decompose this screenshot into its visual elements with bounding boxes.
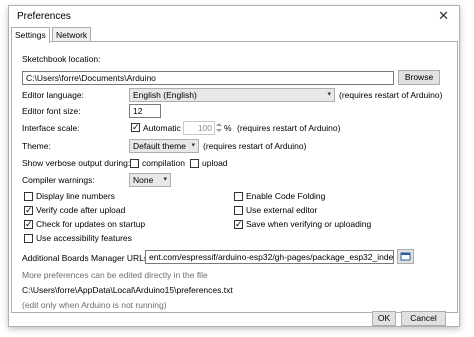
save-on-verify-checkbox[interactable]: ✓ [234,219,243,229]
window-icon [400,252,411,261]
check-icon: ✓ [25,205,33,215]
preferences-window: Preferences ✕ Settings Network Sketchboo… [8,5,460,327]
chevron-down-icon: ▾ [327,91,331,98]
upload-label: upload [202,158,228,168]
check-icon: ✓ [235,219,243,229]
sketchbook-label: Sketchbook location: [22,54,101,64]
accessibility-label: Use accessibility features [36,233,132,243]
scale-stepper[interactable] [215,121,223,134]
scale-input[interactable]: 100 [183,121,215,135]
browse-button[interactable]: Browse [398,70,440,85]
verify-upload-label: Verify code after upload [36,205,126,215]
boards-urls-input[interactable]: ent.com/espressif/arduino-esp32/gh-pages… [145,250,394,264]
language-value: English (English) [133,90,197,100]
upload-checkbox[interactable] [190,159,199,168]
compiler-warnings-select[interactable]: None ▾ [129,173,171,187]
check-icon: ✓ [132,122,140,132]
settings-panel: Sketchbook location: C:\Users\forre\Docu… [11,41,458,313]
code-folding-checkbox[interactable] [234,192,243,201]
stepper-arrows-icon [216,123,222,132]
interface-scale-label: Interface scale: [22,123,80,133]
cancel-button[interactable]: Cancel [401,311,446,326]
chevron-down-icon: ▾ [163,176,167,183]
check-updates-label: Check for updates on startup [36,219,146,229]
save-on-verify-label: Save when verifying or uploading [246,219,372,229]
compilation-label: compilation [142,158,185,168]
external-editor-checkbox[interactable] [234,206,243,215]
close-icon[interactable]: ✕ [438,8,449,24]
language-label: Editor language: [22,90,84,100]
window-title: Preferences [17,11,71,22]
compiler-warnings-label: Compiler warnings: [22,175,95,185]
language-select[interactable]: English (English) ▾ [129,88,335,102]
edit-urls-button[interactable] [397,249,414,264]
verbose-label: Show verbose output during: [22,158,131,168]
display-line-numbers-checkbox[interactable] [24,192,33,201]
chevron-down-icon: ▾ [191,142,195,149]
theme-select[interactable]: Default theme ▾ [129,139,199,153]
prefs-file-path: C:\Users\forre\AppData\Local\Arduino15\p… [22,285,233,295]
check-icon: ✓ [25,219,33,229]
edit-note: (edit only when Arduino is not running) [22,300,167,310]
tab-settings[interactable]: Settings [11,27,50,43]
scale-unit: % [224,123,232,133]
scale-note: (requires restart of Arduino) [237,123,341,133]
tab-network[interactable]: Network [52,27,92,42]
display-line-numbers-label: Display line numbers [36,191,115,201]
font-size-input[interactable]: 12 [129,104,161,118]
font-size-label: Editor font size: [22,106,81,116]
external-editor-label: Use external editor [246,205,318,215]
compilation-checkbox[interactable] [130,159,139,168]
sketchbook-input[interactable]: C:\Users\forre\Documents\Arduino [22,71,394,85]
theme-label: Theme: [22,141,51,151]
compiler-warnings-value: None [133,175,154,185]
theme-note: (requires restart of Arduino) [203,141,307,151]
check-updates-checkbox[interactable]: ✓ [24,219,33,229]
title-bar: Preferences ✕ [9,6,459,26]
automatic-checkbox[interactable]: ✓ [131,122,140,132]
accessibility-checkbox[interactable] [24,234,33,243]
theme-value: Default theme [133,141,186,151]
more-prefs-note: More preferences can be edited directly … [22,270,208,280]
automatic-label: Automatic [143,123,181,133]
language-note: (requires restart of Arduino) [339,90,443,100]
code-folding-label: Enable Code Folding [246,191,326,201]
boards-urls-label: Additional Boards Manager URLs: [22,253,151,263]
ok-button[interactable]: OK [372,311,396,326]
verify-upload-checkbox[interactable]: ✓ [24,205,33,215]
